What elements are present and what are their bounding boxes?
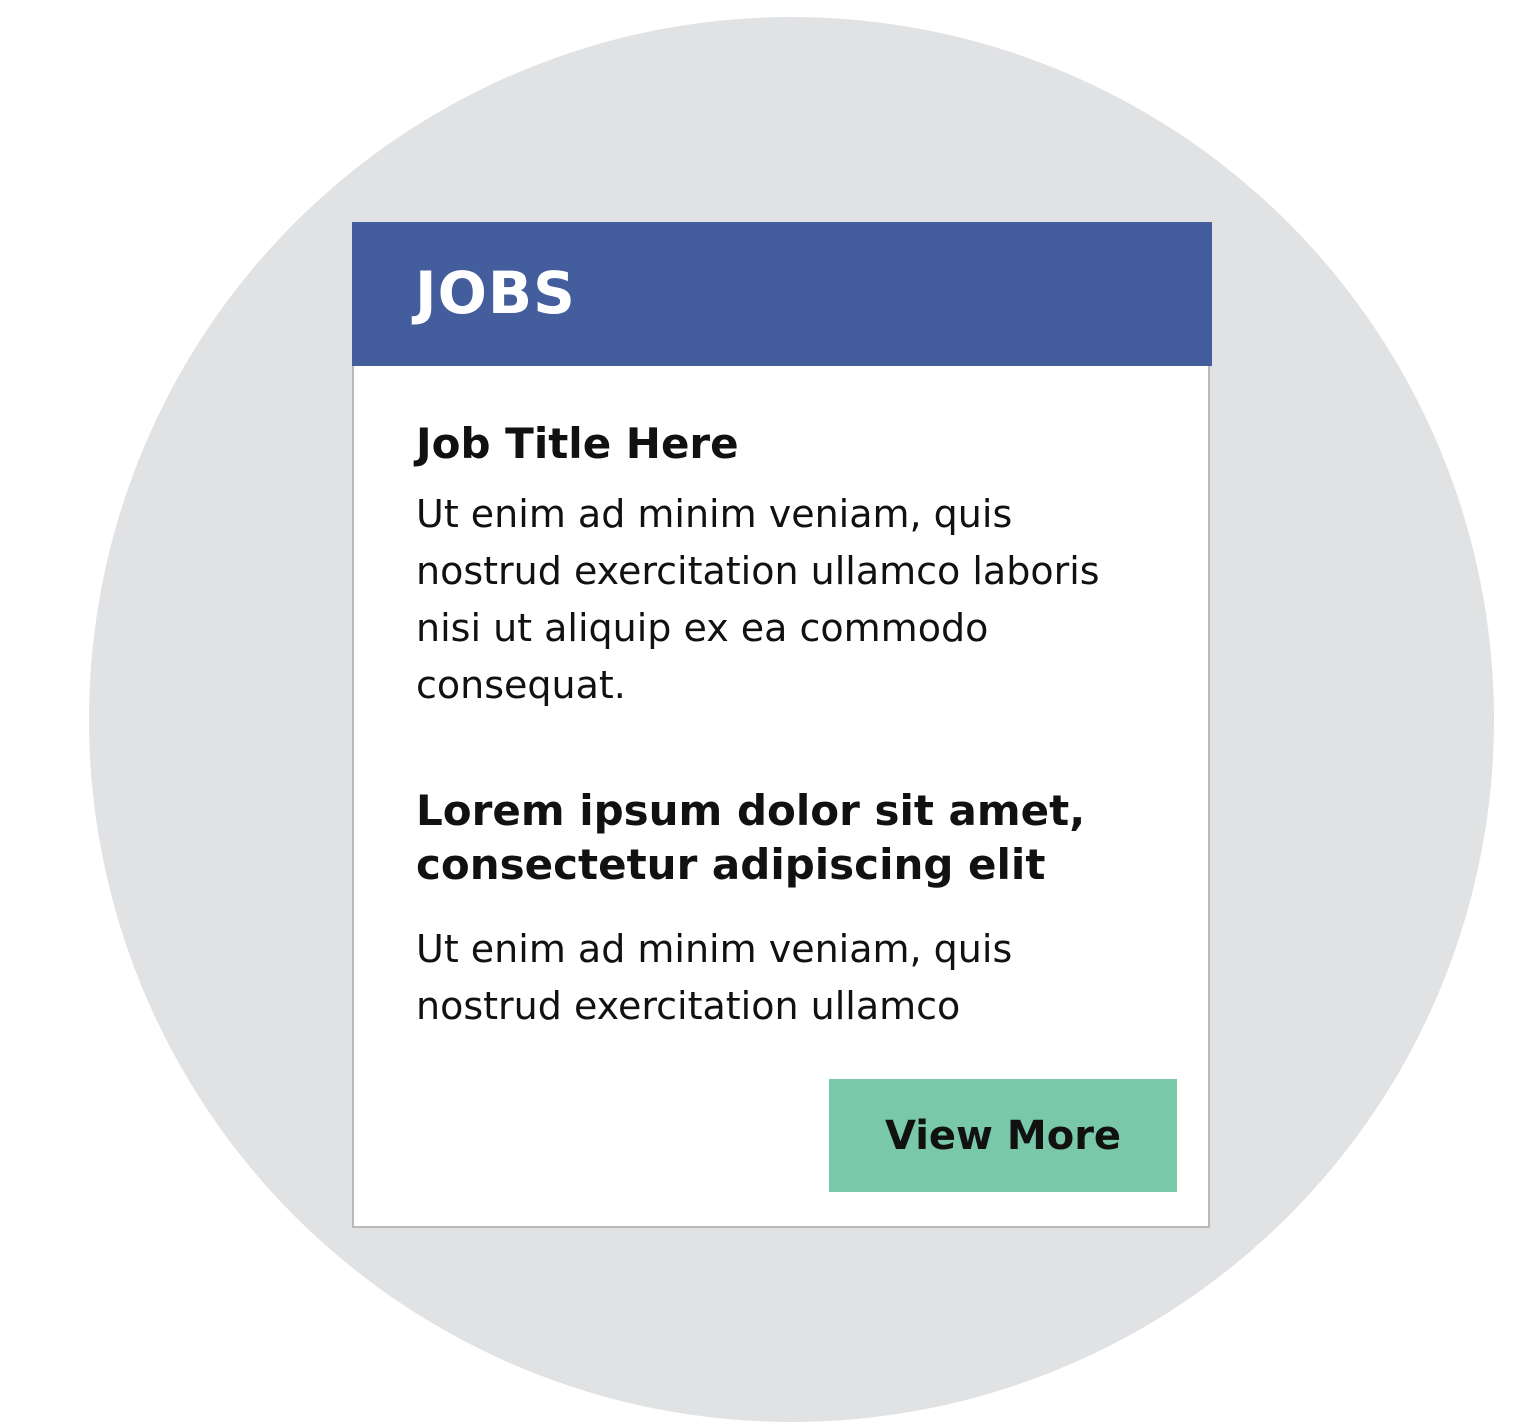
view-more-button[interactable]: View More bbox=[829, 1079, 1177, 1192]
section-heading: Lorem ipsum dolor sit amet, consectetur … bbox=[416, 786, 1086, 889]
jobs-card: JOBS Job Title Here Ut enim ad minim ven… bbox=[352, 222, 1212, 1228]
job-description: Ut enim ad minim veniam, quis nostrud ex… bbox=[416, 492, 1100, 707]
section-description: Ut enim ad minim veniam, quis nostrud ex… bbox=[416, 927, 1013, 1028]
stage: JOBS Job Title Here Ut enim ad minim ven… bbox=[0, 0, 1514, 1427]
card-header: JOBS bbox=[352, 222, 1212, 366]
card-title: JOBS bbox=[415, 259, 576, 327]
job-title: Job Title Here bbox=[416, 419, 739, 468]
